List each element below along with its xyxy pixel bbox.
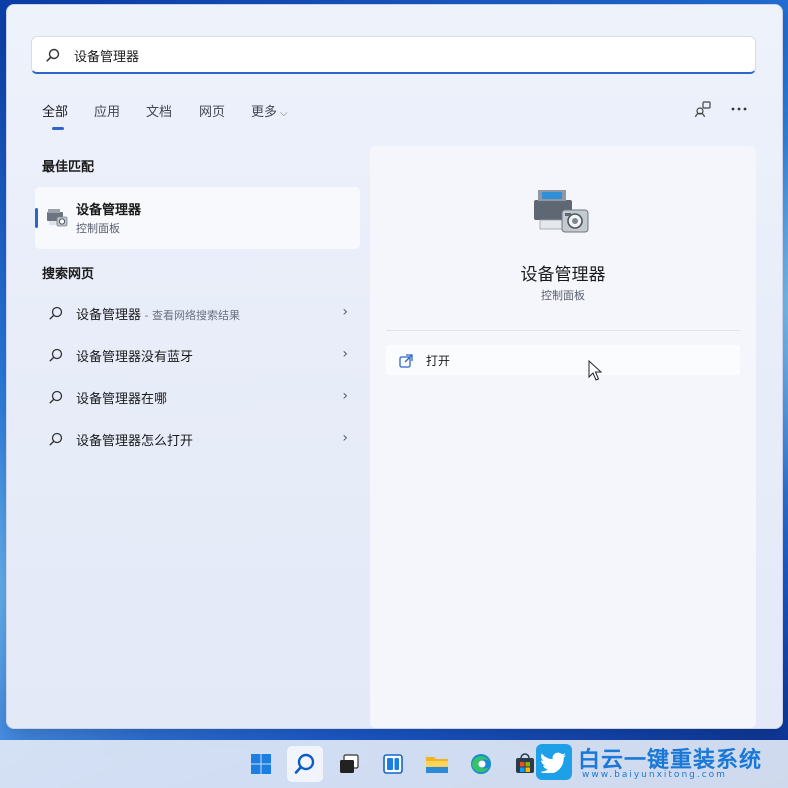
tab-apps[interactable]: 应用 bbox=[94, 101, 120, 120]
preview-title: 设备管理器 bbox=[520, 265, 606, 285]
search-icon bbox=[49, 305, 63, 324]
tab-more-label: 更多 bbox=[251, 105, 278, 120]
selection-indicator bbox=[35, 208, 38, 228]
tab-documents[interactable]: 文档 bbox=[146, 101, 172, 120]
search-icon bbox=[46, 47, 60, 66]
search-flyout: 全部 应用 文档 网页 更多⌵ 最佳匹配 设备管理器 控制面板 搜索网页 设备管… bbox=[6, 4, 783, 729]
best-match-category: 控制面板 bbox=[76, 222, 120, 235]
start-button[interactable] bbox=[243, 746, 279, 782]
tab-all[interactable]: 全部 bbox=[42, 101, 68, 120]
chevron-right-icon: › bbox=[342, 304, 348, 320]
web-search-heading: 搜索网页 bbox=[42, 267, 95, 282]
web-result-label: 设备管理器在哪 bbox=[76, 392, 168, 407]
account-switch-icon[interactable] bbox=[691, 97, 715, 121]
open-action[interactable]: 打开 bbox=[386, 345, 740, 375]
web-result[interactable]: 设备管理器没有蓝牙 › bbox=[35, 337, 360, 373]
search-input[interactable] bbox=[72, 42, 736, 68]
preview-pane: 设备管理器 控制面板 打开 bbox=[370, 146, 756, 728]
chevron-down-icon: ⌵ bbox=[280, 108, 288, 119]
chevron-right-icon: › bbox=[342, 430, 348, 446]
web-result[interactable]: 设备管理器在哪 › bbox=[35, 379, 360, 415]
best-match-result[interactable]: 设备管理器 控制面板 bbox=[35, 187, 360, 249]
search-icon bbox=[49, 347, 63, 366]
open-external-icon bbox=[399, 353, 413, 372]
web-result-hint: - 查看网络搜索结果 bbox=[141, 309, 240, 322]
search-icon bbox=[49, 389, 63, 408]
chevron-right-icon: › bbox=[342, 388, 348, 404]
web-result-label: 设备管理器 bbox=[76, 308, 142, 323]
device-manager-icon bbox=[532, 186, 592, 240]
search-icon bbox=[49, 431, 63, 450]
search-box[interactable] bbox=[31, 36, 756, 74]
web-result[interactable]: 设备管理器 - 查看网络搜索结果 › bbox=[35, 295, 360, 331]
web-result[interactable]: 设备管理器怎么打开 › bbox=[35, 421, 360, 457]
open-action-label: 打开 bbox=[426, 354, 451, 368]
widgets-button[interactable] bbox=[375, 746, 411, 782]
device-manager-icon bbox=[45, 206, 69, 234]
watermark-logo: 白云一键重装系统 www.baiyunxitong.com bbox=[536, 744, 788, 788]
best-match-name: 设备管理器 bbox=[76, 203, 142, 218]
file-explorer-button[interactable] bbox=[419, 746, 455, 782]
tab-more[interactable]: 更多 ⌵ bbox=[251, 101, 288, 120]
watermark-url: www.baiyunxitong.com bbox=[582, 770, 727, 780]
web-result-label: 设备管理器没有蓝牙 bbox=[76, 350, 194, 365]
chevron-right-icon: › bbox=[342, 346, 348, 362]
preview-subtitle: 控制面板 bbox=[541, 289, 585, 302]
edge-browser-button[interactable] bbox=[463, 746, 499, 782]
bird-icon bbox=[536, 744, 572, 780]
more-options-icon[interactable] bbox=[727, 97, 751, 121]
best-match-heading: 最佳匹配 bbox=[42, 160, 95, 175]
task-view-button[interactable] bbox=[331, 746, 367, 782]
mouse-cursor-icon bbox=[588, 359, 603, 386]
taskbar-search-button[interactable] bbox=[287, 746, 323, 782]
tab-web[interactable]: 网页 bbox=[199, 101, 225, 120]
web-result-label: 设备管理器怎么打开 bbox=[76, 434, 194, 449]
divider bbox=[386, 330, 740, 331]
active-tab-indicator bbox=[52, 127, 64, 130]
